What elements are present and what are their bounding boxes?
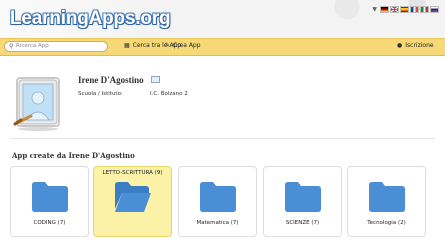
pencil-icon: ✎ xyxy=(165,42,171,49)
search-icon: ⚲ xyxy=(9,43,14,50)
school-label: Scuola / Istituto: xyxy=(78,91,123,97)
avatar xyxy=(13,76,63,132)
uk-flag-icon[interactable] xyxy=(390,6,399,13)
folder-icon xyxy=(285,182,321,212)
search-placeholder: Ricerca App xyxy=(16,43,49,49)
folder-card-tecnologia[interactable]: Tecnologia (2) xyxy=(347,166,426,237)
create-app-link[interactable]: ✎ Crea App xyxy=(165,42,201,49)
school-value: I.C. Bolzano 2 xyxy=(150,91,188,97)
user-icon: ● xyxy=(397,42,403,49)
russia-flag-icon[interactable] xyxy=(430,6,439,13)
language-selector[interactable]: ▼ xyxy=(372,6,439,13)
folder-label: SCIENZE (7) xyxy=(285,220,320,226)
signup-link[interactable]: ● Iscrizione xyxy=(397,42,434,49)
divider xyxy=(10,138,435,139)
folder-card-scienze[interactable]: SCIENZE (7) xyxy=(263,166,342,237)
folder-icon xyxy=(32,182,68,212)
signup-label: Iscrizione xyxy=(405,42,434,49)
folder-card-letto-scrittura[interactable]: LETTO-SCRITTURA (9) xyxy=(93,166,172,237)
create-app-label: Crea App xyxy=(173,42,201,49)
section-title: App create da Irene D'Agostino xyxy=(12,151,135,160)
folder-open-icon xyxy=(115,182,151,212)
italy-flag-icon[interactable] xyxy=(420,6,429,13)
folder-title: LETTO-SCRITTURA (9) xyxy=(102,170,163,176)
search-input[interactable]: ⚲ Ricerca App xyxy=(4,41,108,52)
folder-icon xyxy=(200,182,236,212)
site-logo[interactable]: LearningApps.org xyxy=(10,8,171,30)
folder-icon xyxy=(369,182,405,212)
grid-icon: ▦ xyxy=(124,42,130,49)
header: LearningApps.org ▼ xyxy=(0,0,445,38)
france-flag-icon[interactable] xyxy=(410,6,419,13)
chevron-down-icon[interactable]: ▼ xyxy=(372,6,377,13)
folder-label: Matematica (7) xyxy=(196,220,239,226)
folder-label: CODING (7) xyxy=(33,220,66,226)
profile-name: Irene D'Agostino xyxy=(78,75,144,85)
mail-icon[interactable] xyxy=(151,76,160,83)
nav-bar: ⚲ Ricerca App ▦ Cerca tra le App ✎ Crea Ap… xyxy=(0,38,445,56)
spain-flag-icon[interactable] xyxy=(400,6,409,13)
folder-card-matematica[interactable]: Matematica (7) xyxy=(178,166,257,237)
folder-label: Tecnologia (2) xyxy=(367,220,406,226)
folder-card-coding[interactable]: CODING (7) xyxy=(10,166,89,237)
german-flag-icon[interactable] xyxy=(380,6,389,13)
